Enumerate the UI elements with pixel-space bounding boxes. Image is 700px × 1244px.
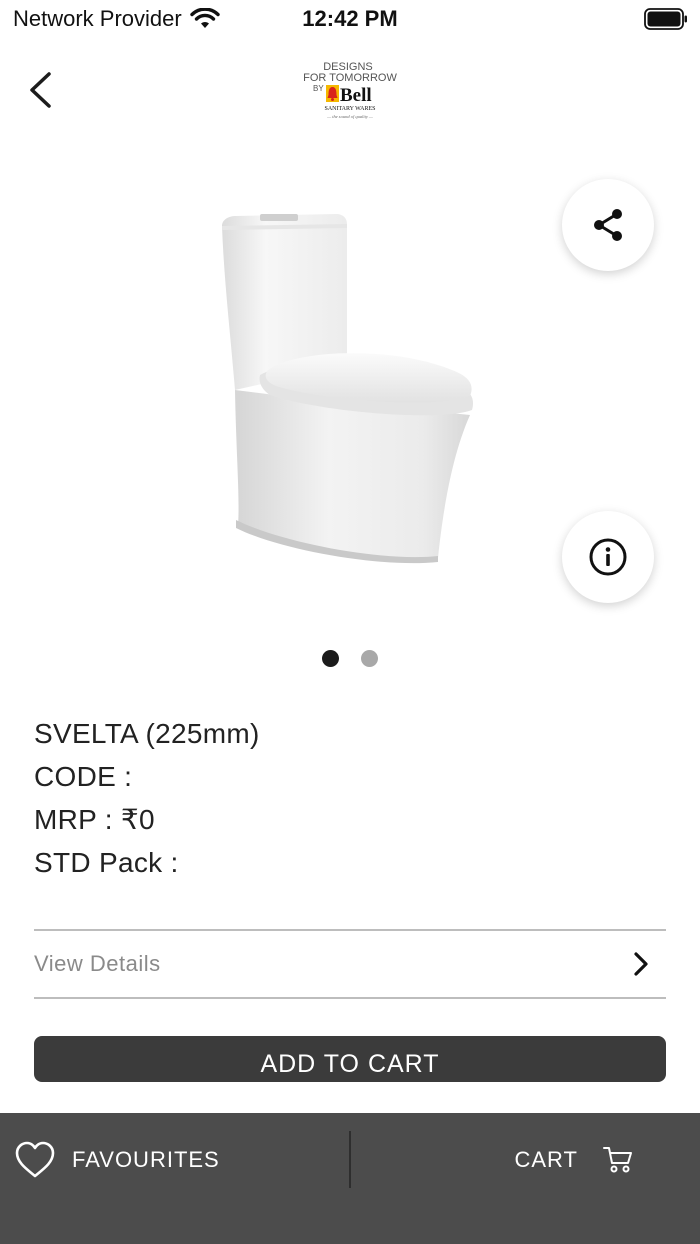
info-button[interactable] — [562, 511, 654, 603]
product-image — [222, 214, 474, 564]
bottom-action-bar: FAVOURITES CART — [0, 1113, 700, 1244]
logo-tagline: — the sound of quality — — [326, 114, 374, 119]
status-bar: Network Provider 12:42 PM — [0, 0, 700, 40]
product-code: CODE : — [34, 761, 133, 792]
cart-button[interactable]: CART — [515, 1135, 635, 1185]
favourites-label: FAVOURITES — [72, 1147, 220, 1172]
status-time: 12:42 PM — [302, 6, 398, 31]
share-icon — [594, 209, 622, 241]
add-to-cart-button[interactable]: ADD TO CART — [34, 1036, 666, 1082]
view-details-row[interactable]: View Details — [34, 929, 666, 999]
cart-label: CART — [514, 1147, 578, 1172]
bottom-bar-divider — [349, 1131, 351, 1188]
battery-icon — [644, 8, 687, 30]
favourites-button[interactable]: FAVOURITES — [14, 1135, 220, 1185]
share-button[interactable] — [562, 179, 654, 271]
logo-line2: FOR TOMORROW — [303, 72, 397, 84]
chevron-right-icon — [634, 952, 648, 976]
cart-icon — [603, 1147, 632, 1173]
product-std-pack: STD Pack : — [34, 847, 179, 878]
logo-brand: Bell — [340, 85, 372, 106]
brand-logo: DESIGNS FOR TOMORROW BY Bell SANITARY WA… — [303, 61, 397, 119]
view-details-label: View Details — [34, 951, 161, 976]
product-name: SVELTA (225mm) — [34, 718, 260, 749]
chevron-left-icon — [30, 72, 51, 108]
carousel-indicator — [0, 650, 700, 667]
product-info: SVELTA (225mm) CODE : MRP : ₹0 STD Pack … — [34, 712, 260, 884]
info-icon — [589, 538, 627, 576]
carousel-dot-2[interactable] — [361, 650, 378, 667]
logo-subline: SANITARY WARES — [324, 106, 375, 112]
product-mrp: MRP : ₹0 — [34, 804, 155, 835]
back-button[interactable] — [22, 68, 62, 112]
carousel-dot-1[interactable] — [322, 650, 339, 667]
logo-line3: BY — [313, 84, 324, 93]
heart-icon — [15, 1141, 55, 1178]
